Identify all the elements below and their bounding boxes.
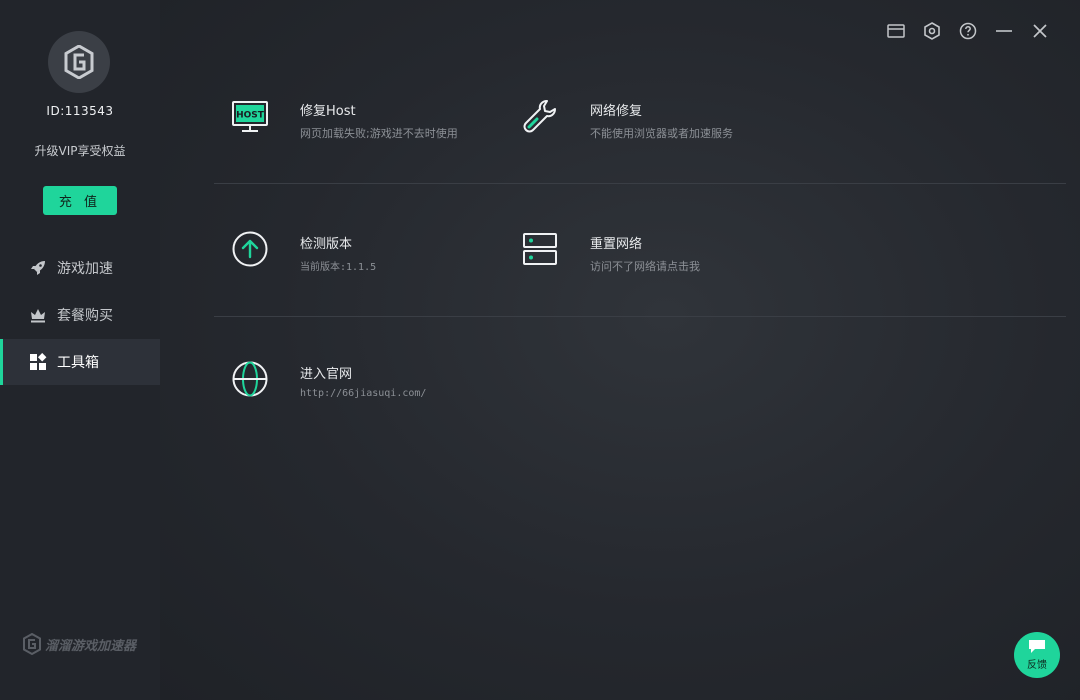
recharge-button[interactable]: 充 值 <box>43 186 117 215</box>
minimize-icon[interactable] <box>994 21 1014 41</box>
tool-desc[interactable]: http://66jiasuqi.com/ <box>300 388 426 399</box>
tool-desc: 不能使用浏览器或者加速服务 <box>590 127 733 140</box>
upload-arrow-icon <box>230 229 270 269</box>
vip-upgrade-text[interactable]: 升级VIP享受权益 <box>0 142 160 159</box>
host-monitor-icon: HOST <box>230 96 270 136</box>
tool-title: 重置网络 <box>590 237 643 252</box>
help-icon[interactable] <box>958 21 978 41</box>
nav-item-package-purchase[interactable]: 套餐购买 <box>0 292 160 338</box>
tool-desc: 网页加载失败;游戏进不去时使用 <box>300 127 458 140</box>
tool-reset-network[interactable]: 重置网络 访问不了网络请点击我 <box>520 229 700 274</box>
tool-title: 修复Host <box>300 104 356 119</box>
tool-network-repair[interactable]: 网络修复 不能使用浏览器或者加速服务 <box>520 96 733 141</box>
globe-icon <box>230 359 270 399</box>
divider <box>214 316 1066 317</box>
grid-icon <box>29 353 47 371</box>
crown-icon <box>29 306 47 324</box>
nav-label: 工具箱 <box>57 355 99 371</box>
tool-check-version[interactable]: 检测版本 当前版本:1.1.5 <box>230 229 376 273</box>
avatar[interactable] <box>48 31 110 93</box>
logo-icon <box>64 45 94 79</box>
nav-label: 套餐购买 <box>57 308 113 324</box>
server-icon <box>520 229 560 269</box>
tool-desc: 访问不了网络请点击我 <box>590 260 700 273</box>
rocket-icon <box>29 259 47 277</box>
tool-desc: 当前版本:1.1.5 <box>300 262 377 273</box>
wrench-icon <box>520 96 560 136</box>
close-icon[interactable] <box>1030 21 1050 41</box>
tool-official-site[interactable]: 进入官网 http://66jiasuqi.com/ <box>230 359 426 399</box>
mail-icon[interactable] <box>886 21 906 41</box>
tool-fix-host[interactable]: HOST 修复Host 网页加载失败;游戏进不去时使用 <box>230 96 458 141</box>
brand-logo: 溜溜游戏加速器 <box>23 633 136 655</box>
chat-icon <box>1029 640 1045 653</box>
feedback-button[interactable]: 反馈 <box>1014 632 1060 678</box>
feedback-label: 反馈 <box>1027 660 1047 671</box>
tool-title: 网络修复 <box>590 104 643 119</box>
tool-title: 进入官网 <box>300 367 353 382</box>
svg-text:HOST: HOST <box>236 111 265 121</box>
divider <box>214 183 1066 184</box>
window-controls <box>886 21 1050 41</box>
nav-item-toolbox[interactable]: 工具箱 <box>0 339 160 385</box>
brand-name: 溜溜游戏加速器 <box>45 638 137 654</box>
nav-item-game-boost[interactable]: 游戏加速 <box>0 245 160 291</box>
main-panel: HOST 修复Host 网页加载失败;游戏进不去时使用 网络修复 不能使用浏览器… <box>160 0 1080 700</box>
settings-icon[interactable] <box>922 21 942 41</box>
nav-label: 游戏加速 <box>57 261 113 277</box>
sidebar: ID:113543 升级VIP享受权益 充 值 游戏加速 套餐购买 工具箱 溜溜… <box>0 0 160 700</box>
brand-logo-icon <box>23 633 41 655</box>
user-id: ID:113543 <box>46 104 114 118</box>
tool-title: 检测版本 <box>300 237 353 252</box>
